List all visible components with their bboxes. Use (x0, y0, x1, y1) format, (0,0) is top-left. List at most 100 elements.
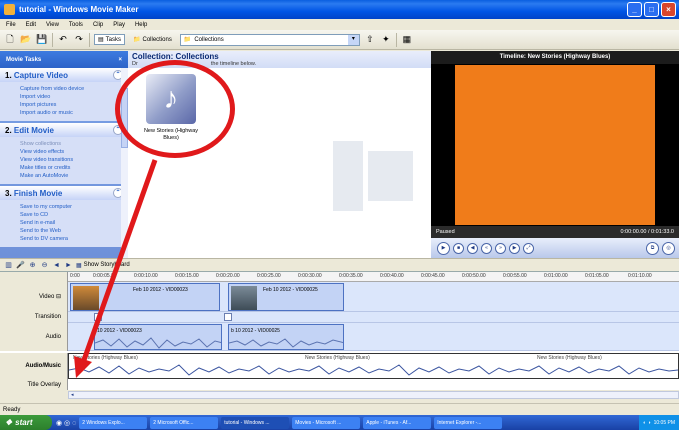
collections-button[interactable]: 📁 Collections (129, 34, 176, 45)
undo-icon[interactable]: ↶ (57, 34, 69, 46)
new-project-icon[interactable]: 🗋 (4, 34, 16, 46)
tasks-button[interactable]: ▤ Tasks (94, 34, 126, 45)
previous-frame-button[interactable]: ◀ (467, 242, 478, 254)
taskbar-task[interactable]: Apple - iTunes - Af... (363, 416, 432, 429)
taskbar-task-active[interactable]: tutorial - Windows ... (221, 416, 290, 429)
menu-tools[interactable]: Tools (69, 22, 83, 28)
menu-help[interactable]: Help (135, 22, 147, 28)
zoom-out-icon[interactable]: ⊖ (40, 261, 49, 270)
collections-label: Collections (142, 36, 172, 43)
split-clip-button[interactable]: ⧉ (646, 241, 659, 255)
tasks-label: Tasks (105, 36, 122, 43)
collections-dropdown[interactable]: 📁 Collections ▾ (179, 33, 360, 46)
task-link[interactable]: View video transitions (20, 156, 122, 164)
menu-edit[interactable]: Edit (26, 22, 36, 28)
chevron-down-icon[interactable]: ▾ (347, 34, 359, 45)
menu-clip[interactable]: Clip (93, 22, 103, 28)
video-clip[interactable]: Feb 10 2012 - VID00025 (228, 283, 344, 311)
task-link[interactable]: Send to DV camera (20, 235, 122, 243)
clip-thumbnail (73, 286, 99, 310)
up-folder-icon[interactable]: ⇧ (364, 34, 376, 46)
menu-play[interactable]: Play (113, 22, 125, 28)
forward-button[interactable]: » (495, 242, 506, 254)
task-link[interactable]: Import video (20, 93, 122, 101)
tray-icons[interactable]: ◐ ◑ (643, 420, 650, 426)
music-clip-name: New Stories (Highway Blues) (73, 355, 138, 361)
set-audio-levels-icon[interactable]: ▥ (4, 261, 13, 270)
narrate-icon[interactable]: 🎤 (16, 261, 25, 270)
section-number: 3. (5, 188, 12, 198)
tick-label: 0:01:10.00 (628, 273, 652, 279)
audio-track: 10 2012 - VID00023 b 10 2012 - VID00025 (68, 323, 679, 351)
scroll-left-icon[interactable]: ◂ (71, 392, 77, 398)
expand-icon[interactable]: ⊟ (56, 294, 61, 300)
fullscreen-button[interactable]: ⤢ (523, 242, 534, 254)
tick-label: 0:00:35.00 (339, 273, 363, 279)
rewind-timeline-icon[interactable]: ◄ (52, 261, 61, 270)
quick-launch-icons[interactable]: ◉ ◎ ◌ (56, 419, 76, 427)
redo-icon[interactable]: ↷ (73, 34, 85, 46)
play-button[interactable]: ▶ (437, 241, 450, 255)
close-pane-icon[interactable]: × (118, 57, 122, 63)
task-link[interactable]: Send to the Web (20, 227, 122, 235)
video-clip[interactable]: Feb 10 2012 - VID00023 (70, 283, 220, 311)
tick-label: 0:00:40.00 (380, 273, 404, 279)
taskbar-task[interactable]: 2 Windows Explo... (79, 416, 148, 429)
views-icon[interactable]: ▦ (401, 34, 413, 46)
movie-tasks-header: Movie Tasks × (0, 51, 128, 68)
menu-view[interactable]: View (46, 22, 59, 28)
transition-marker[interactable] (94, 313, 102, 321)
taskbar-task[interactable]: Movies - Microsoft ... (292, 416, 361, 429)
audio-music-track[interactable]: New Stories (Highway Blues) New Stories … (68, 353, 679, 379)
task-link[interactable]: Capture from video device (20, 85, 122, 93)
task-link[interactable]: Save to CD (20, 211, 122, 219)
audio-music-track-label: Audio/Music (0, 353, 68, 379)
tick-label: 0:01:05.00 (585, 273, 609, 279)
section-number: 1. (5, 70, 12, 80)
title-overlay-track[interactable] (68, 379, 679, 390)
edit-movie-header[interactable]: 2. Edit Movie ⌃ (0, 123, 128, 137)
toolbar-separator (89, 32, 90, 47)
zoom-in-icon[interactable]: ⊕ (28, 261, 37, 270)
tick-label: 0:00:50.00 (462, 273, 486, 279)
audio-clip[interactable]: 10 2012 - VID00023 (94, 324, 222, 350)
open-project-icon[interactable]: 📂 (20, 34, 32, 46)
rewind-button[interactable]: « (481, 242, 492, 254)
timeline-scrollbar[interactable]: ◂ (68, 391, 679, 399)
instructions-end: the timeline below. (210, 61, 257, 67)
time-ruler[interactable]: 0:00 0:00:05.00 0:00:10.00 0:00:15.00 0:… (68, 272, 679, 282)
tick-label: 0:01:00.00 (544, 273, 568, 279)
task-link[interactable]: View video effects (20, 148, 122, 156)
new-folder-icon[interactable]: ✦ (380, 34, 392, 46)
play-timeline-icon[interactable]: ► (64, 261, 73, 270)
snapshot-button[interactable]: ◎ (662, 241, 675, 255)
stop-button[interactable]: ■ (453, 242, 464, 254)
menu-file[interactable]: File (6, 22, 16, 28)
capture-video-header[interactable]: 1. Capture Video ⌃ (0, 68, 128, 82)
highlight-circle (115, 60, 235, 158)
minimize-button[interactable]: _ (627, 2, 642, 17)
taskbar-task[interactable]: 2 Microsoft Offic... (150, 416, 219, 429)
audio-clip[interactable]: b 10 2012 - VID00025 (228, 324, 344, 350)
save-project-icon[interactable]: 💾 (36, 34, 48, 46)
close-button[interactable]: × (661, 2, 676, 17)
toolbar-separator (52, 32, 53, 47)
timeline-corner (0, 272, 68, 282)
show-storyboard-button[interactable]: ▦ Show Storyboard (76, 262, 130, 269)
movie-tasks-title: Movie Tasks (6, 56, 42, 63)
movie-tasks-pane: Movie Tasks × 1. Capture Video ⌃ Capture… (0, 51, 128, 258)
task-link[interactable]: Make an AutoMovie (20, 172, 122, 180)
taskbar-task[interactable]: Internet Explorer -... (434, 416, 503, 429)
task-link[interactable]: Save to my computer (20, 203, 122, 211)
tick-label: 0:00:05.00 (93, 273, 117, 279)
next-frame-button[interactable]: ▶ (509, 242, 520, 254)
task-link[interactable]: Import pictures (20, 101, 122, 109)
start-button[interactable]: ❖ start (0, 415, 52, 430)
task-link[interactable]: Make titles or credits (20, 164, 122, 172)
task-link[interactable]: Send in e-mail (20, 219, 122, 227)
finish-movie-header[interactable]: 3. Finish Movie ⌃ (0, 186, 128, 200)
maximize-button[interactable]: □ (644, 2, 659, 17)
clip-thumbnail (231, 286, 257, 310)
transition-marker[interactable] (224, 313, 232, 321)
task-link[interactable]: Import audio or music (20, 109, 122, 117)
